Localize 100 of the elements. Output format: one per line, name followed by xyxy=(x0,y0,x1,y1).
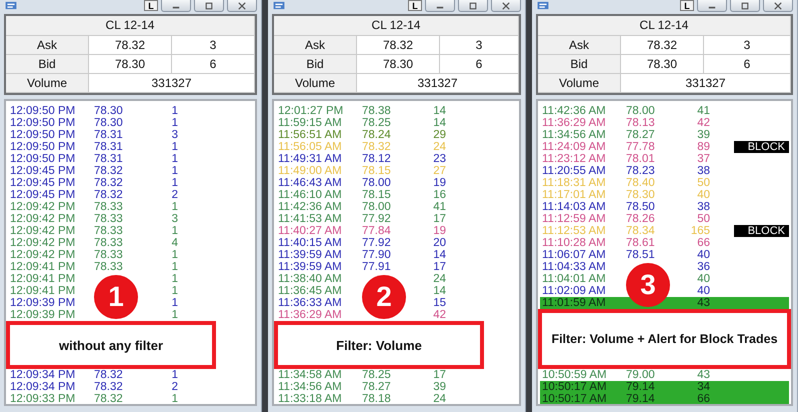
time-text: 10:50:17 AM xyxy=(541,381,608,393)
time-text: 10:50:59 AM xyxy=(541,369,608,381)
size-text: 2 xyxy=(170,381,178,393)
time-text: 11:36:33 AM xyxy=(277,297,343,309)
size-text: 43 xyxy=(696,369,710,381)
volume-cell: 331327 xyxy=(621,74,791,93)
size-cell: 3 xyxy=(704,36,791,55)
size-text: 36 xyxy=(696,261,710,273)
time-text: 12:09:41 PM xyxy=(9,285,76,297)
size-text: 40 xyxy=(696,285,710,297)
link-button[interactable]: L xyxy=(144,0,158,11)
time-text: 11:34:56 AM xyxy=(277,381,343,393)
time-text: 11:12:53 AM xyxy=(541,225,607,237)
price-text: 78.33 xyxy=(94,201,124,213)
link-button[interactable]: L xyxy=(680,0,694,11)
size-text: 38 xyxy=(696,165,710,177)
time-text: 12:09:45 PM xyxy=(9,165,76,177)
maximize-icon[interactable] xyxy=(204,2,214,10)
size-text: 4 xyxy=(170,237,178,249)
time-text: 12:01:27 PM xyxy=(277,105,344,117)
time-text: 11:46:10 AM xyxy=(277,189,343,201)
price-text: 78.32 xyxy=(94,177,124,189)
time-text: 11:41:53 AM xyxy=(277,213,343,225)
symbol-cell: CL 12-14 xyxy=(274,16,519,36)
size-text: 1 xyxy=(170,141,178,153)
price-cell: 78.30 xyxy=(357,55,440,74)
price-text: 78.32 xyxy=(362,141,392,153)
price-text: 77.90 xyxy=(362,249,392,261)
label-cell: Volume xyxy=(6,74,89,93)
size-text: 42 xyxy=(432,309,446,321)
size-text: 1 xyxy=(170,285,178,297)
size-text: 37 xyxy=(696,153,710,165)
close-icon[interactable] xyxy=(501,2,511,10)
time-text: 12:09:33 PM xyxy=(9,393,76,404)
time-text: 11:34:56 AM xyxy=(541,129,607,141)
price-text: 78.30 xyxy=(626,189,656,201)
size-text: 41 xyxy=(696,105,710,117)
size-text: 66 xyxy=(696,237,710,249)
maximize-icon[interactable] xyxy=(468,2,478,10)
price-text: 79.14 xyxy=(626,381,656,393)
close-icon[interactable] xyxy=(237,2,247,10)
price-text: 78.40 xyxy=(626,177,656,189)
price-text: 78.33 xyxy=(94,261,124,273)
size-text: 41 xyxy=(432,201,446,213)
symbol-cell: CL 12-14 xyxy=(538,16,791,36)
price-text: 78.27 xyxy=(626,129,656,141)
time-text: 11:49:00 AM xyxy=(277,165,343,177)
time-text: 12:09:41 PM xyxy=(9,273,76,285)
label-cell: Ask xyxy=(538,36,621,55)
time-text: 11:59:15 AM xyxy=(277,117,343,129)
size-text: 34 xyxy=(696,381,710,393)
size-text: 1 xyxy=(170,165,178,177)
time-text: 12:09:50 PM xyxy=(9,105,76,117)
price-text: 78.33 xyxy=(94,237,124,249)
maximize-icon[interactable] xyxy=(740,2,750,10)
app-icon xyxy=(272,1,286,10)
time-text: 12:09:34 PM xyxy=(9,369,76,381)
size-text: 14 xyxy=(432,249,446,261)
time-text: 11:23:12 AM xyxy=(541,153,607,165)
price-text: 78.61 xyxy=(626,237,656,249)
size-text: 23 xyxy=(432,153,446,165)
time-text: 11:33:18 AM xyxy=(277,393,343,404)
time-text: 11:39:59 AM xyxy=(277,249,343,261)
time-text: 11:46:43 AM xyxy=(277,177,343,189)
time-text: 11:02:09 AM xyxy=(541,285,607,297)
time-text: 12:09:42 PM xyxy=(9,249,76,261)
price-text: 78.25 xyxy=(362,117,392,129)
link-button[interactable]: L xyxy=(408,0,422,11)
price-text: 78.26 xyxy=(626,213,656,225)
label-cell: Volume xyxy=(538,74,621,93)
price-text: 78.27 xyxy=(362,381,392,393)
price-text: 78.31 xyxy=(94,129,124,141)
time-text: 12:09:45 PM xyxy=(9,177,76,189)
price-text: 78.33 xyxy=(94,213,124,225)
size-text: 19 xyxy=(432,225,446,237)
size-text: 89 xyxy=(696,141,710,153)
symbol-cell: CL 12-14 xyxy=(6,16,255,36)
number-badge: 2 xyxy=(362,275,406,319)
close-icon[interactable] xyxy=(773,2,783,10)
size-cell: 6 xyxy=(172,55,255,74)
time-text: 11:36:29 AM xyxy=(277,309,343,321)
time-text: 12:09:41 PM xyxy=(9,261,76,273)
price-cell: 78.30 xyxy=(89,55,172,74)
time-text: 12:09:42 PM xyxy=(9,201,76,213)
size-text: 1 xyxy=(170,177,178,189)
time-text: 11:49:31 AM xyxy=(277,153,343,165)
size-text: 1 xyxy=(170,297,178,309)
time-text: 12:09:42 PM xyxy=(9,237,76,249)
price-cell: 78.32 xyxy=(621,36,704,55)
price-text: 79.14 xyxy=(626,393,656,404)
size-text: 1 xyxy=(170,393,178,404)
price-text: 79.00 xyxy=(626,369,656,381)
time-text: 10:50:17 AM xyxy=(541,393,608,404)
size-text: 15 xyxy=(432,297,446,309)
volume-cell: 331327 xyxy=(357,74,519,93)
time-text: 12:09:39 PM xyxy=(9,297,76,309)
size-text: 1 xyxy=(170,369,178,381)
number-badge: 1 xyxy=(94,275,138,319)
size-text: 1 xyxy=(170,225,178,237)
time-text: 11:10:28 AM xyxy=(541,237,607,249)
